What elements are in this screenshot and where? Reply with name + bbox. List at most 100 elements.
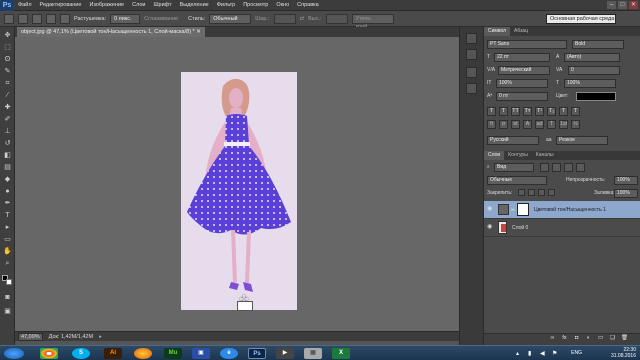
excel-icon[interactable]: Х — [332, 348, 350, 359]
hand-tool-icon[interactable]: ✋ — [3, 247, 12, 256]
font-family-select[interactable]: PT Sans — [487, 40, 567, 49]
lock-all-icon[interactable] — [548, 189, 555, 196]
lock-transparency-icon[interactable] — [518, 189, 525, 196]
tab-layers[interactable]: Слои — [484, 151, 505, 160]
quick-mask-icon[interactable]: ◙ — [3, 293, 12, 302]
lock-pixels-icon[interactable] — [528, 189, 535, 196]
paragraph-panel-icon[interactable] — [466, 83, 477, 94]
swap-icon[interactable]: ⇄ — [300, 16, 305, 22]
fx-icon[interactable]: fx — [560, 335, 569, 344]
character-panel-icon[interactable] — [466, 67, 477, 78]
layer-mask-thumbnail[interactable] — [517, 203, 529, 216]
layer-row-hue-saturation[interactable]: ◉ ∞ Цветовой тон/Насыщенность 1 — [484, 201, 640, 219]
baseline-input[interactable]: 0 пт — [496, 92, 548, 101]
move-tool-icon[interactable]: ✥ — [3, 31, 12, 40]
horizontal-scale-input[interactable]: 100% — [564, 79, 616, 88]
language-select[interactable]: Русский — [487, 136, 539, 145]
new-group-icon[interactable]: ▭ — [596, 335, 605, 344]
healing-brush-tool-icon[interactable]: ✚ — [3, 103, 12, 112]
ordinals-button[interactable]: 1st — [559, 120, 568, 129]
swash-button[interactable]: σ — [499, 120, 508, 129]
strikethrough-button[interactable]: T — [571, 107, 580, 116]
feather-input[interactable]: 0 пикс. — [110, 13, 141, 24]
close-button[interactable]: ✕ — [629, 1, 638, 9]
zoom-field[interactable]: 47,09% — [18, 332, 43, 341]
dodge-tool-icon[interactable]: ● — [3, 187, 12, 196]
flag-icon[interactable]: ⚑ — [552, 350, 557, 357]
menu-edit[interactable]: Редактирование — [36, 2, 86, 8]
visibility-eye-icon[interactable]: ◉ — [487, 206, 494, 213]
skype-icon[interactable]: S — [72, 348, 90, 359]
background-color-swatch[interactable] — [6, 279, 12, 285]
clock[interactable]: 22:30 31.08.2016 — [611, 347, 636, 359]
menu-filter[interactable]: Фильтр — [213, 2, 239, 8]
tray-arrow-icon[interactable]: ▴ — [516, 350, 519, 357]
add-selection-icon[interactable] — [32, 13, 42, 24]
antialias-checkbox[interactable]: Сглаживание — [144, 16, 178, 22]
language-indicator[interactable]: ENG — [571, 350, 582, 356]
layer-filter-select[interactable]: Вид — [494, 163, 534, 172]
ligatures-button[interactable]: fi — [487, 120, 496, 129]
leading-select[interactable]: (Авто) — [564, 53, 620, 62]
filter-type-icon[interactable] — [564, 163, 573, 172]
all-caps-button[interactable]: TT — [511, 107, 520, 116]
document-tab[interactable]: object.jpg @ 47,1% (Цветовой тон/Насыщен… — [17, 27, 205, 37]
visibility-eye-icon[interactable]: ◉ — [487, 224, 494, 231]
blur-tool-icon[interactable]: ◆ — [3, 175, 12, 184]
workspace-select[interactable]: Основная рабочая среда — [546, 14, 616, 24]
layer-row-layer-0[interactable]: ◉ Слой 0 — [484, 219, 640, 237]
film-icon[interactable]: ▦ — [304, 348, 322, 359]
menu-layers[interactable]: Слои — [128, 2, 149, 8]
maximize-button[interactable]: □ — [618, 1, 627, 9]
screen-mode-icon[interactable]: ▣ — [3, 307, 12, 316]
height-input[interactable] — [325, 13, 348, 24]
menu-help[interactable]: Справка — [293, 2, 323, 8]
minimize-button[interactable]: – — [607, 1, 616, 9]
new-layer-icon[interactable]: ❏ — [608, 335, 617, 344]
superscript-button[interactable]: T¹ — [535, 107, 544, 116]
history-brush-tool-icon[interactable]: ↺ — [3, 139, 12, 148]
chrome-icon[interactable] — [40, 348, 58, 359]
opacity-input[interactable]: 100% — [614, 176, 638, 185]
firefox-icon[interactable] — [134, 348, 152, 359]
menu-view[interactable]: Просмотр — [239, 2, 272, 8]
image-document[interactable] — [181, 72, 297, 310]
lock-position-icon[interactable] — [538, 189, 545, 196]
menu-select[interactable]: Выделение — [176, 2, 213, 8]
filter-adjustment-icon[interactable] — [552, 163, 561, 172]
network-icon[interactable]: ▮ — [528, 350, 531, 357]
stylistic-alternates-button[interactable]: ad — [535, 120, 544, 129]
volume-icon[interactable]: ◀ — [540, 350, 545, 357]
link-layers-icon[interactable]: ∞ — [548, 335, 557, 344]
ie-icon[interactable]: e — [220, 348, 238, 359]
font-size-select[interactable]: 22 пт — [494, 53, 550, 62]
fractions-button[interactable]: ½ — [571, 120, 580, 129]
kerning-select[interactable]: Метрический — [498, 66, 550, 75]
tab-channels[interactable]: Каналы — [532, 151, 558, 160]
brush-tool-icon[interactable]: ✐ — [3, 115, 12, 124]
new-selection-icon[interactable] — [18, 13, 28, 24]
menu-type[interactable]: Шрифт — [149, 2, 175, 8]
subtract-selection-icon[interactable] — [46, 13, 56, 24]
marquee-tool-icon[interactable]: ⬚ — [3, 43, 12, 52]
start-button[interactable] — [4, 348, 24, 359]
clone-stamp-tool-icon[interactable]: ⊥ — [3, 127, 12, 136]
properties-panel-icon[interactable] — [466, 49, 477, 60]
lasso-tool-icon[interactable]: ʘ — [3, 55, 12, 64]
quick-select-tool-icon[interactable]: ✎ — [3, 67, 12, 76]
text-color-swatch[interactable] — [576, 92, 616, 101]
small-caps-button[interactable]: Tт — [523, 107, 532, 116]
marquee-tool-preset-icon[interactable] — [4, 13, 14, 24]
photoshop-task-icon[interactable]: Ps — [248, 348, 266, 359]
eraser-tool-icon[interactable]: ◧ — [3, 151, 12, 160]
eyedropper-tool-icon[interactable]: ⁄ — [3, 91, 12, 100]
subscript-button[interactable]: T₁ — [547, 107, 556, 116]
crop-tool-icon[interactable]: ⌗ — [3, 79, 12, 88]
blend-mode-select[interactable]: Обычные — [487, 176, 547, 185]
shape-tool-icon[interactable]: ▭ — [3, 235, 12, 244]
canvas-area[interactable]: ✛ — [15, 37, 459, 331]
status-arrow-icon[interactable]: ▸ — [99, 334, 102, 340]
tracking-select[interactable]: 0 — [568, 66, 620, 75]
pen-tool-icon[interactable]: ✒ — [3, 199, 12, 208]
discretionary-ligatures-button[interactable]: st — [511, 120, 520, 129]
